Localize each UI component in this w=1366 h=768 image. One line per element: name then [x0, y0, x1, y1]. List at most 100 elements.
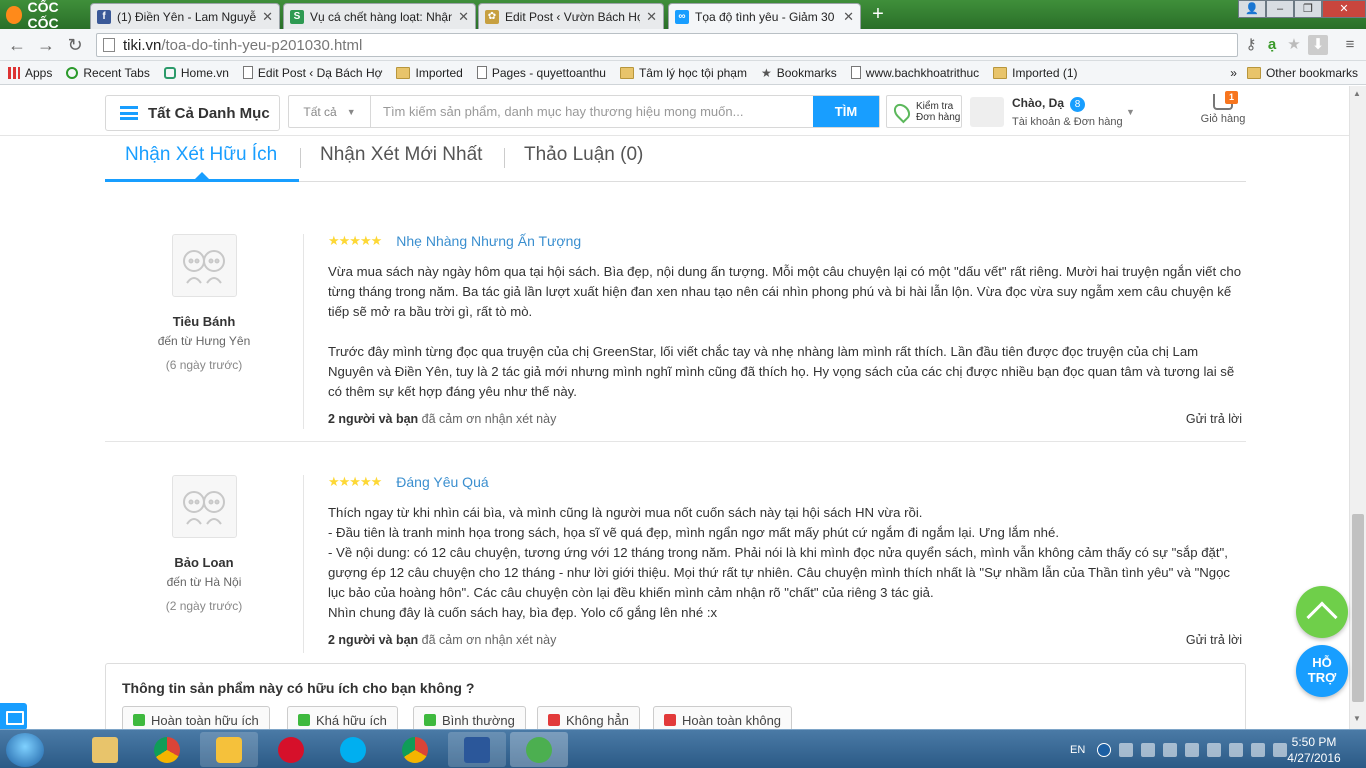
taskbar-opera[interactable]: [262, 732, 320, 767]
address-bar[interactable]: tiki.vn/toa-do-tinh-yeu-p201030.html: [96, 33, 1238, 57]
support-button[interactable]: HỖ TRỢ: [1296, 645, 1348, 697]
window-close-button[interactable]: ✕: [1322, 0, 1366, 18]
close-icon[interactable]: ✕: [458, 9, 469, 25]
folder-icon: [396, 66, 411, 79]
scroll-up-arrow-icon[interactable]: ▲: [1353, 89, 1361, 98]
taskbar-chrome[interactable]: [138, 732, 196, 767]
browser-tab-1[interactable]: f (1) Điền Yên - Lam Nguyễn ✕: [90, 3, 280, 29]
caret-down-icon: ▼: [346, 106, 356, 117]
tab-discussion[interactable]: Thảo Luận (0): [524, 144, 643, 166]
folder-icon: [1246, 66, 1261, 79]
bookmark-edit-post[interactable]: Edit Post ‹ Dạ Bách Hợ: [242, 66, 382, 80]
bookmark-tam-ly[interactable]: Tâm lý học tội phạm: [619, 66, 747, 80]
language-indicator[interactable]: EN: [1070, 744, 1085, 756]
thanks-count[interactable]: 2 người và bạn: [328, 412, 418, 426]
star-icon: ★: [760, 65, 772, 80]
bookmark-imported-1[interactable]: Imported (1): [993, 66, 1078, 80]
download-icon[interactable]: ⬇: [1308, 35, 1328, 55]
pen-icon[interactable]: [1163, 742, 1178, 757]
browser-logo[interactable]: CỐC CỐC: [0, 0, 88, 31]
back-button[interactable]: ←: [6, 34, 28, 56]
review-time: (6 ngày trước): [165, 358, 243, 372]
reply-link[interactable]: Gửi trả lời: [1186, 412, 1242, 426]
bookmark-recent-tabs[interactable]: Recent Tabs: [66, 66, 150, 80]
reply-link[interactable]: Gửi trả lời: [1186, 633, 1242, 647]
bookmark-imported[interactable]: Imported: [396, 66, 463, 80]
tab-newest-reviews[interactable]: Nhận Xét Mới Nhất: [320, 144, 482, 166]
browser-tab-4[interactable]: ∞ Tọa độ tình yêu - Giảm 30 ✕: [668, 3, 861, 29]
maximize-button[interactable]: ❐: [1294, 0, 1322, 18]
close-icon[interactable]: ✕: [646, 9, 657, 25]
browser-tab-bar: CỐC CỐC f (1) Điền Yên - Lam Nguyễn ✕ S …: [0, 0, 1366, 31]
hamburger-icon: [120, 106, 138, 120]
caret-down-icon: ▼: [1126, 107, 1135, 117]
bookmark-apps[interactable]: Apps: [8, 66, 52, 80]
vietnamese-input-icon[interactable]: ạ: [1262, 35, 1282, 55]
browser-tab-2[interactable]: S Vụ cá chết hàng loạt: Nhận ✕: [283, 3, 476, 29]
mail-icon[interactable]: [0, 703, 27, 730]
bookmark-home-vn[interactable]: Home.vn: [163, 66, 229, 80]
s-icon: S: [290, 9, 304, 24]
clock[interactable]: 5:50 PM 4/27/2016: [1284, 734, 1344, 766]
battery-icon[interactable]: [1229, 742, 1244, 757]
star-rating: ★★★★★: [328, 474, 382, 489]
opera-icon: [278, 736, 304, 763]
thanks-count[interactable]: 2 người và bạn: [328, 633, 418, 647]
browser-tab-3[interactable]: ✿ Edit Post ‹ Vườn Bách Hợp ✕: [478, 3, 664, 29]
tab-divider: [300, 148, 301, 168]
bookmark-bookmarks[interactable]: ★ Bookmarks: [761, 66, 837, 80]
avatar: [970, 97, 1004, 127]
search-scope-select[interactable]: Tất cả ▼: [289, 96, 371, 127]
new-tab-button[interactable]: +: [868, 4, 888, 24]
bookmark-bachkhoa[interactable]: www.bachkhoatrithuc: [850, 66, 979, 80]
reload-button[interactable]: ↻: [64, 34, 86, 56]
menu-icon[interactable]: ≡: [1340, 35, 1360, 55]
scrollbar-thumb[interactable]: [1352, 514, 1364, 702]
user-icon[interactable]: 👤: [1238, 0, 1266, 18]
taskbar-coccoc[interactable]: [510, 732, 568, 767]
taskbar-chrome-2[interactable]: [386, 732, 444, 767]
search-input[interactable]: [371, 96, 813, 127]
review-divider: [303, 475, 304, 653]
account-menu[interactable]: Chào, Dạ 8 Tài khoản & Đơn hàng ▼: [970, 93, 1140, 131]
help-icon[interactable]: [1097, 742, 1112, 757]
taskbar-mail[interactable]: [200, 732, 258, 767]
page-icon: [476, 66, 487, 79]
flag-icon[interactable]: [1119, 742, 1134, 757]
minimize-button[interactable]: –: [1266, 0, 1294, 18]
review-title: Đáng Yêu Quá: [396, 474, 489, 490]
all-categories-button[interactable]: Tất Cả Danh Mục: [105, 95, 280, 131]
bookmark-other[interactable]: Other bookmarks: [1246, 66, 1358, 80]
scroll-down-arrow-icon[interactable]: ▼: [1353, 714, 1361, 723]
track-order-button[interactable]: Kiểm tra Đơn hàng: [886, 95, 962, 128]
reviewer-location: đến từ Hưng Yên: [157, 334, 251, 348]
review-time: (2 ngày trước): [165, 599, 243, 613]
antivirus-icon[interactable]: [1185, 742, 1200, 757]
close-icon[interactable]: ✕: [843, 9, 854, 25]
reviewer-location: đến từ Hà Nội: [166, 575, 242, 589]
scroll-to-top-button[interactable]: [1296, 586, 1348, 638]
signal-icon[interactable]: [1251, 742, 1266, 757]
bookmark-pages[interactable]: Pages - quyettoanthu: [476, 66, 606, 80]
bookmarks-more[interactable]: »: [1230, 66, 1237, 80]
action-center-icon[interactable]: [1141, 742, 1156, 757]
taskbar-word[interactable]: [448, 732, 506, 767]
forward-button[interactable]: →: [35, 34, 57, 56]
cart-icon: 1: [1213, 91, 1238, 110]
folder-icon: [92, 736, 118, 763]
review-footer: 2 người và bạn đã cảm ơn nhận xét này Gử…: [328, 412, 1242, 426]
search-button[interactable]: TÌM: [813, 96, 879, 127]
taskbar-skype[interactable]: [324, 732, 382, 767]
cart-button[interactable]: 1 Giỏ hàng: [1198, 91, 1248, 132]
word-icon: [464, 736, 490, 763]
bookmark-star-icon[interactable]: ★: [1284, 35, 1304, 55]
taskbar-explorer[interactable]: [76, 732, 134, 767]
start-button[interactable]: [6, 733, 44, 767]
apps-icon: [8, 66, 20, 79]
close-icon[interactable]: ✕: [262, 9, 273, 25]
network-icon[interactable]: [1207, 742, 1222, 757]
tab-helpful-reviews[interactable]: Nhận Xét Hữu Ích: [125, 144, 277, 166]
page-scrollbar[interactable]: ▲ ▼: [1349, 86, 1366, 729]
key-icon[interactable]: ⚷: [1241, 35, 1261, 55]
bookmarks-bar: Apps Recent Tabs Home.vn Edit Post ‹ Dạ …: [0, 61, 1366, 85]
